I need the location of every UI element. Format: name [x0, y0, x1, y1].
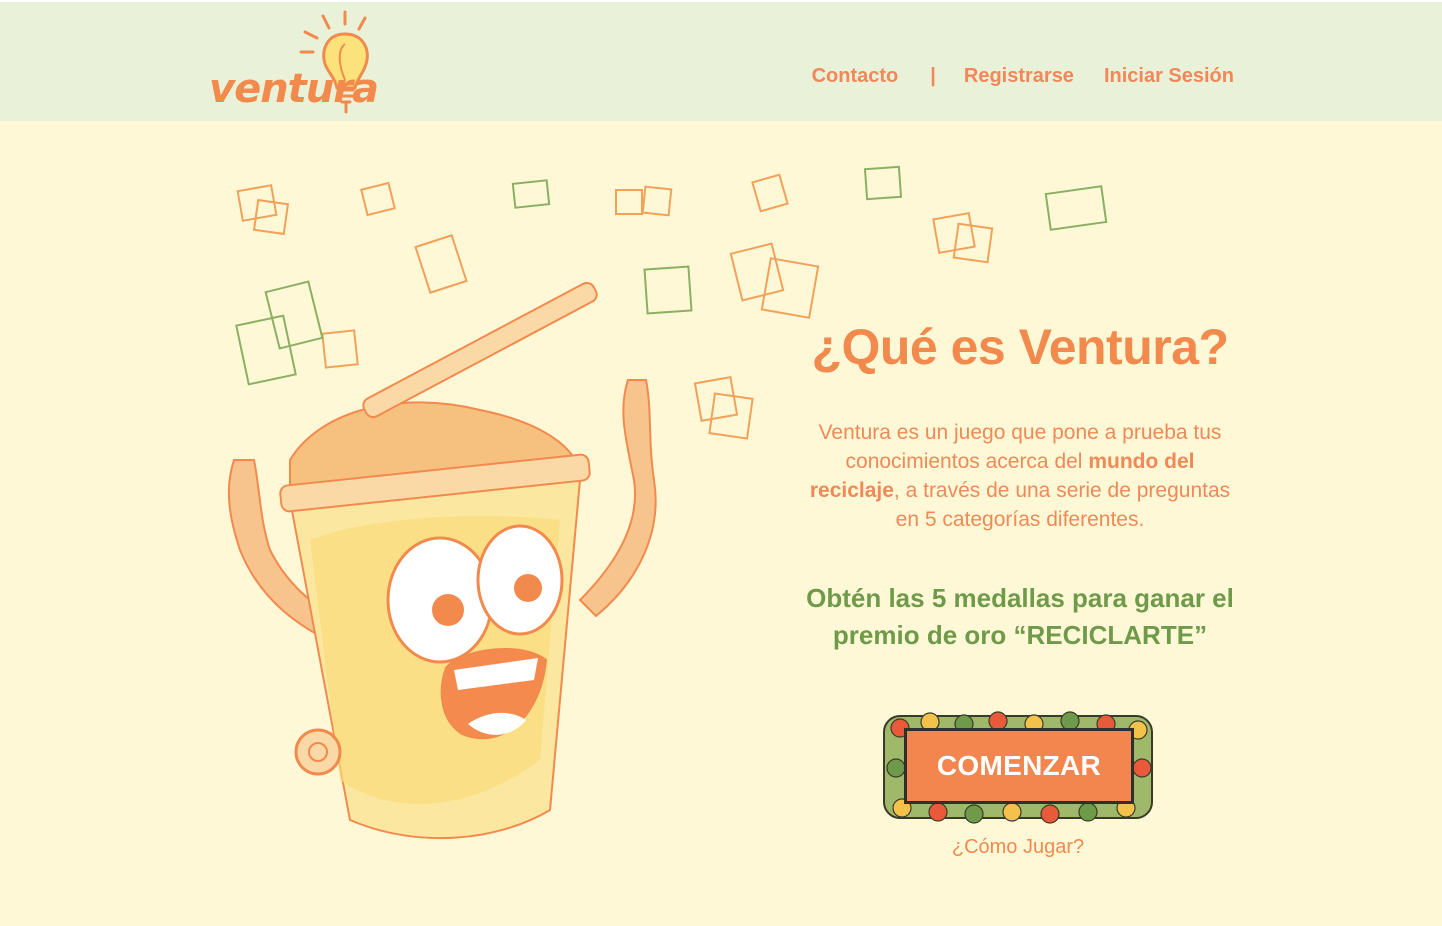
login-link[interactable]: Iniciar Sesión — [1104, 65, 1234, 88]
goal-text: Obtén las 5 medallas para ganar el premi… — [790, 580, 1250, 654]
start-button-frame: COMENZAR — [876, 708, 1160, 826]
header: ventura Contacto | Registrarse Iniciar S… — [0, 0, 1442, 121]
how-to-play-link[interactable]: ¿Cómo Jugar? — [900, 836, 1136, 859]
goal-award-name: RECICLARTE — [1026, 620, 1195, 650]
top-nav: Contacto | Registrarse Iniciar Sesión — [812, 65, 1234, 88]
nav-separator: | — [930, 65, 936, 87]
description-text-end: , a través de una serie de preguntas en … — [893, 479, 1231, 531]
goal-text-end: ” — [1194, 620, 1208, 650]
game-description: Ventura es un juego que pone a prueba tu… — [800, 418, 1240, 534]
register-link[interactable]: Registrarse — [964, 65, 1074, 88]
contact-link[interactable]: Contacto — [812, 65, 899, 88]
ventura-logo[interactable]: ventura — [205, 10, 380, 120]
flying-papers-illustration — [235, 165, 1108, 440]
logo-text: ventura — [209, 66, 379, 112]
start-button[interactable]: COMENZAR — [904, 728, 1134, 804]
page-title: ¿Qué es Ventura? — [811, 319, 1229, 375]
